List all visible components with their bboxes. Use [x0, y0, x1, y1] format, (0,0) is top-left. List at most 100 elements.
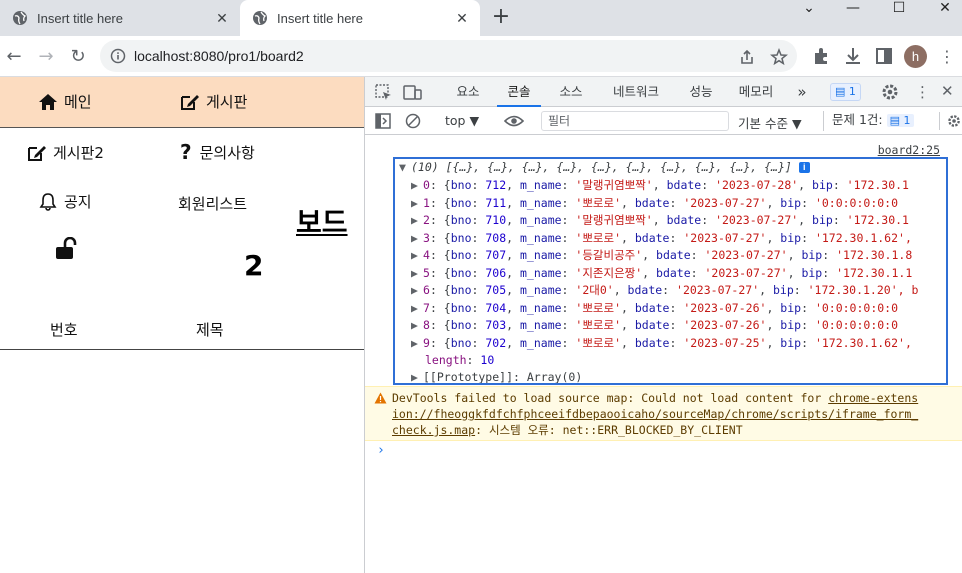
prototype-row[interactable]: ▶ [[Prototype]]: Array(0): [411, 369, 583, 384]
expand-triangle-icon[interactable]: ▶: [411, 369, 423, 383]
array-entry-row[interactable]: ▶ 0: {bno: 712, m_name: '말랭귀염뽀짝', bdate: …: [411, 177, 909, 194]
extensions-icon[interactable]: [810, 45, 832, 67]
globe-icon: [253, 11, 267, 25]
forward-icon[interactable]: →: [34, 45, 58, 69]
warning-link[interactable]: chrome-extens: [828, 391, 918, 405]
array-entry-row[interactable]: ▶ 9: {bno: 702, m_name: '뽀로로', bdate: '20…: [411, 335, 912, 352]
menu-item-member-list[interactable]: 회원리스트: [178, 193, 247, 214]
expand-triangle-icon[interactable]: ▶: [411, 195, 423, 212]
length-value: 10: [480, 353, 495, 367]
log-level-selector[interactable]: 기본 수준 ▼: [738, 113, 802, 132]
chevron-down-icon[interactable]: ⌄: [786, 0, 832, 18]
download-icon[interactable]: [842, 45, 864, 67]
menu-item-notice[interactable]: 공지: [38, 191, 92, 212]
menu-item-board2[interactable]: 게시판2: [27, 142, 104, 163]
new-tab-button[interactable]: +: [490, 6, 512, 28]
array-entry-row[interactable]: ▶ 3: {bno: 708, m_name: '뽀로로', bdate: '20…: [411, 230, 912, 247]
devtools-tab-bar: 요소 콘솔 소스 네트워크 성능 메모리 » ▤ 1 ⋮ ✕: [365, 77, 962, 107]
menu-item-main[interactable]: 메인: [38, 91, 92, 112]
context-label: top: [445, 113, 466, 128]
menu-item-inquiry[interactable]: ? 문의사항: [180, 140, 255, 164]
entry-m-name: '말랭귀염뽀짝': [575, 213, 653, 227]
array-entry-row[interactable]: ▶ 4: {bno: 707, m_name: '등갈비공주', bdate: '…: [411, 247, 912, 264]
prototype-text: [[Prototype]]: Array(0): [423, 370, 583, 384]
issues-badge[interactable]: ▤ 1: [830, 83, 861, 101]
sidebar-toggle-icon[interactable]: [375, 113, 391, 129]
source-link[interactable]: board2:25: [878, 143, 940, 157]
browser-toolbar: ← → ↻ localhost:8080/pro1/board2 h ⋮: [0, 36, 962, 77]
expand-triangle-icon[interactable]: ▶: [411, 282, 423, 299]
inspect-element-icon[interactable]: [375, 84, 392, 101]
tab-title: Insert title here: [37, 10, 123, 26]
reload-icon[interactable]: ↻: [66, 45, 90, 69]
profile-avatar[interactable]: h: [904, 45, 927, 68]
menu-item-board[interactable]: 게시판: [180, 91, 247, 112]
side-panel-icon[interactable]: [873, 45, 895, 67]
entry-index: 5: [423, 265, 430, 280]
kebab-menu-icon[interactable]: ⋮: [935, 45, 959, 69]
array-entry-row[interactable]: ▶ 1: {bno: 711, m_name: '뽀로로', bdate: '20…: [411, 195, 898, 212]
settings-gear-icon[interactable]: [881, 83, 899, 101]
context-selector[interactable]: top ▼: [445, 113, 479, 128]
eye-icon[interactable]: [504, 113, 524, 129]
warning-line-3: check.js.map: 시스템 오류: net::ERR_BLOCKED_B…: [392, 422, 743, 438]
unlock-icon[interactable]: [55, 237, 79, 261]
entry-bno: 711: [485, 195, 507, 210]
tab-sources[interactable]: 소스: [549, 77, 593, 107]
issues-counter[interactable]: 문제 1건: ▤ 1: [823, 111, 914, 131]
tab-elements[interactable]: 요소: [447, 77, 489, 107]
expand-triangle-icon[interactable]: ▶: [411, 335, 423, 352]
maximize-icon[interactable]: ☐: [876, 0, 922, 18]
array-entry-row[interactable]: ▶ 8: {bno: 703, m_name: '뽀로로', bdate: '20…: [411, 317, 898, 334]
warning-link[interactable]: check.js.map: [392, 423, 475, 437]
browser-tab-1[interactable]: Insert title here ✕: [0, 0, 240, 36]
entry-bip: '0:0:0:0:0:0: [814, 300, 899, 315]
minimize-icon[interactable]: —: [830, 0, 876, 18]
expand-triangle-icon[interactable]: ▶: [411, 300, 423, 317]
console-prompt[interactable]: ›: [377, 443, 385, 458]
share-icon[interactable]: [738, 48, 756, 66]
entry-m-name: '뽀로로': [575, 300, 621, 315]
back-icon[interactable]: ←: [2, 45, 26, 69]
close-window-icon[interactable]: ✕: [922, 0, 962, 18]
console-output: board2:25 ▼ (10) [{…}, {…}, {…}, {…}, {…}…: [365, 135, 962, 573]
menu-label: 공지: [64, 193, 92, 211]
tab-performance[interactable]: 성능: [679, 77, 723, 107]
warning-link[interactable]: ion://fheoggkfdfchfphceeifdbepaooicaho/s…: [392, 407, 918, 421]
length-key: length: [425, 353, 467, 367]
clear-console-icon[interactable]: [405, 113, 421, 129]
expand-triangle-icon[interactable]: ▶: [411, 177, 423, 194]
issues-badge-count: 1: [848, 85, 856, 98]
console-filter-input[interactable]: 필터: [541, 111, 729, 131]
expand-triangle-icon[interactable]: ▶: [411, 265, 423, 282]
entry-index: 9: [423, 335, 430, 350]
collapse-triangle-icon[interactable]: ▼: [399, 159, 411, 176]
entry-m-name: '말랭귀염뽀짝': [575, 178, 653, 192]
tab-network[interactable]: 네트워크: [601, 77, 671, 107]
expand-triangle-icon[interactable]: ▶: [411, 317, 423, 334]
browser-tab-2[interactable]: Insert title here ✕: [240, 0, 480, 36]
menu-label: 게시판: [206, 93, 248, 111]
more-tabs-icon[interactable]: »: [789, 77, 815, 107]
address-bar[interactable]: localhost:8080/pro1/board2: [100, 40, 797, 72]
site-info-icon[interactable]: [110, 48, 126, 64]
devtools-close-icon[interactable]: ✕: [941, 82, 954, 100]
menu-label: 문의사항: [199, 143, 255, 162]
expand-triangle-icon[interactable]: ▶: [411, 247, 423, 264]
expand-triangle-icon[interactable]: ▶: [411, 212, 423, 229]
array-entry-row[interactable]: ▶ 7: {bno: 704, m_name: '뽀로로', bdate: '20…: [411, 300, 898, 317]
array-summary-row[interactable]: ▼ (10) [{…}, {…}, {…}, {…}, {…}, {…}, {…}…: [399, 159, 810, 176]
console-settings-icon[interactable]: [939, 112, 961, 130]
device-toolbar-icon[interactable]: [403, 84, 422, 101]
devtools-menu-icon[interactable]: ⋮: [915, 83, 930, 101]
expand-triangle-icon[interactable]: ▶: [411, 230, 423, 247]
entry-m-name: '뽀로로': [575, 318, 621, 332]
array-entry-row[interactable]: ▶ 2: {bno: 710, m_name: '말랭귀염뽀짝', bdate: …: [411, 212, 909, 229]
bookmark-star-icon[interactable]: [770, 48, 788, 66]
tab-close-icon[interactable]: ✕: [454, 10, 470, 26]
tab-console[interactable]: 콘솔: [497, 77, 541, 107]
array-entry-row[interactable]: ▶ 6: {bno: 705, m_name: '2대0', bdate: '20…: [411, 282, 918, 299]
array-entry-row[interactable]: ▶ 5: {bno: 706, m_name: '지존지은짱', bdate: '…: [411, 265, 912, 282]
tab-memory[interactable]: 메모리: [731, 77, 781, 107]
tab-close-icon[interactable]: ✕: [214, 10, 230, 26]
